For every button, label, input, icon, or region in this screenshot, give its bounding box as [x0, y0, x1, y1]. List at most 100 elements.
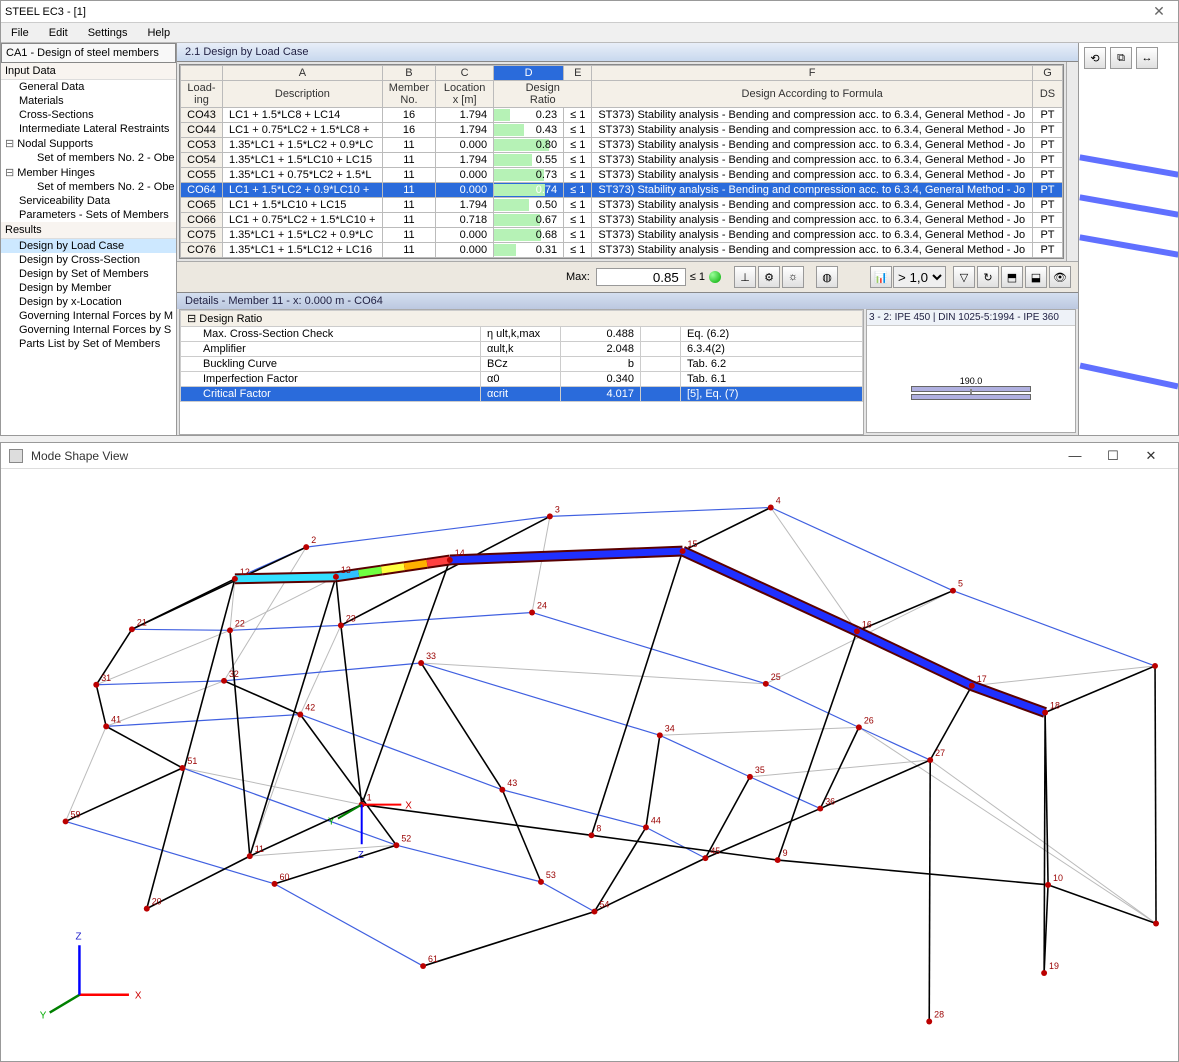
tree-item[interactable]: Intermediate Lateral Restraints: [1, 122, 176, 136]
mode-shape-canvas[interactable]: 1234567891011121314151617181920212223242…: [19, 487, 1160, 1043]
menu-settings[interactable]: Settings: [78, 27, 138, 39]
minimize-icon[interactable]: —: [1056, 445, 1094, 467]
svg-text:12: 12: [240, 567, 250, 577]
svg-text:14: 14: [455, 548, 465, 558]
close-icon[interactable]: ✕: [1132, 445, 1170, 467]
svg-text:52: 52: [401, 833, 411, 843]
tool-icon-2[interactable]: ⚙: [758, 266, 780, 288]
svg-text:51: 51: [187, 756, 197, 766]
svg-text:31: 31: [101, 673, 111, 683]
svg-text:23: 23: [346, 613, 356, 623]
tool-icon-3[interactable]: ☼: [782, 266, 804, 288]
tree-item[interactable]: Materials: [1, 94, 176, 108]
svg-text:5: 5: [958, 579, 963, 589]
tree-item[interactable]: Design by Set of Members: [1, 267, 176, 281]
svg-text:34: 34: [665, 723, 675, 733]
tree-item[interactable]: Parameters - Sets of Members: [1, 208, 176, 222]
table-row[interactable]: CO53 1.35*LC1 + 1.5*LC2 + 0.9*LC 11 0.00…: [181, 138, 1063, 153]
details-row[interactable]: Amplifier αult,k 2.048 6.3.4(2): [181, 342, 863, 357]
details-row[interactable]: Imperfection Factor α0 0.340 Tab. 6.1: [181, 372, 863, 387]
svg-text:15: 15: [688, 539, 698, 549]
details-table[interactable]: ⊟ Design RatioMax. Cross-Section Check η…: [179, 309, 864, 435]
case-combo[interactable]: [1, 43, 176, 63]
tree-item[interactable]: Governing Internal Forces by M: [1, 309, 176, 323]
details-row[interactable]: Buckling Curve BCz b Tab. 6.2: [181, 357, 863, 372]
tool-icon-1[interactable]: ⊥: [734, 266, 756, 288]
filter-combo[interactable]: > 1,0: [893, 266, 946, 288]
table-row[interactable]: CO76 1.35*LC1 + 1.5*LC12 + LC16 11 0.000…: [181, 243, 1063, 258]
tree-item[interactable]: Design by x-Location: [1, 295, 176, 309]
svg-text:28: 28: [934, 1010, 944, 1020]
table-title: 2.1 Design by Load Case: [177, 43, 1078, 62]
table-row[interactable]: CO44 LC1 + 0.75*LC2 + 1.5*LC8 + 16 1.794…: [181, 123, 1063, 138]
svg-text:18: 18: [1050, 701, 1060, 711]
menu-edit[interactable]: Edit: [39, 27, 78, 39]
svg-text:20: 20: [152, 897, 162, 907]
svg-text:16: 16: [862, 619, 872, 629]
table-scrollbar[interactable]: [1066, 62, 1078, 261]
tool-icon-7[interactable]: ⬒: [1001, 266, 1023, 288]
tree-group: Input Data: [1, 63, 176, 80]
maximize-icon[interactable]: ☐: [1094, 445, 1132, 467]
svg-text:59: 59: [71, 809, 81, 819]
menubar: File Edit Settings Help: [1, 23, 1178, 43]
table-row[interactable]: CO66 LC1 + 0.75*LC2 + 1.5*LC10 + 11 0.71…: [181, 213, 1063, 228]
mode-shape-window: Mode Shape View — ☐ ✕ 123456789101112131…: [0, 442, 1179, 1062]
svg-text:25: 25: [771, 672, 781, 682]
svg-text:10: 10: [1053, 873, 1063, 883]
table-row[interactable]: CO55 1.35*LC1 + 0.75*LC2 + 1.5*L 11 0.00…: [181, 168, 1063, 183]
svg-text:53: 53: [546, 870, 556, 880]
svg-text:19: 19: [1049, 961, 1059, 971]
table-row[interactable]: CO43 LC1 + 1.5*LC8 + LC14 16 1.794 0.23 …: [181, 108, 1063, 123]
svg-text:Z: Z: [75, 931, 81, 942]
tree-item[interactable]: Set of members No. 2 - Obe: [1, 151, 176, 165]
tree-item[interactable]: Nodal Supports: [1, 136, 176, 151]
menu-file[interactable]: File: [1, 27, 39, 39]
filter-icon[interactable]: 📊: [870, 266, 892, 288]
tree-item[interactable]: Cross-Sections: [1, 108, 176, 122]
tree-item[interactable]: Parts List by Set of Members: [1, 337, 176, 351]
tree-item[interactable]: Governing Internal Forces by S: [1, 323, 176, 337]
details-row[interactable]: Max. Cross-Section Check η ult,k,max 0.4…: [181, 327, 863, 342]
svg-text:27: 27: [935, 748, 945, 758]
tool-icon-5[interactable]: ▽: [953, 266, 975, 288]
sideview-icon-3[interactable]: ↔: [1136, 47, 1158, 69]
tool-icon-6[interactable]: ↻: [977, 266, 999, 288]
sideview-icon-2[interactable]: ⧉: [1110, 47, 1132, 69]
svg-text:Y: Y: [40, 1011, 47, 1022]
tree-item[interactable]: Member Hinges: [1, 165, 176, 180]
max-value[interactable]: [596, 268, 686, 286]
table-row[interactable]: CO64 LC1 + 1.5*LC2 + 0.9*LC10 + 11 0.000…: [181, 183, 1063, 198]
svg-text:17: 17: [977, 674, 987, 684]
svg-text:44: 44: [651, 815, 661, 825]
tree-item[interactable]: Serviceability Data: [1, 194, 176, 208]
navigator-tree: Input DataGeneral DataMaterialsCross-Sec…: [1, 43, 177, 435]
tool-icon-4[interactable]: ◍: [816, 266, 838, 288]
table-row[interactable]: CO65 LC1 + 1.5*LC10 + LC15 11 1.794 0.50…: [181, 198, 1063, 213]
close-icon[interactable]: ✕: [1144, 3, 1174, 20]
menu-help[interactable]: Help: [137, 27, 180, 39]
table-row[interactable]: CO75 1.35*LC1 + 1.5*LC2 + 0.9*LC 11 0.00…: [181, 228, 1063, 243]
tree-item[interactable]: Design by Cross-Section: [1, 253, 176, 267]
svg-text:36: 36: [825, 797, 835, 807]
svg-text:8: 8: [596, 823, 601, 833]
results-table[interactable]: ABC DEFG Load-ingDescriptionMemberNo.Loc…: [179, 64, 1064, 259]
tree-item[interactable]: Set of members No. 2 - Obe: [1, 180, 176, 194]
svg-text:32: 32: [229, 669, 239, 679]
mode-titlebar: Mode Shape View — ☐ ✕: [1, 443, 1178, 469]
svg-text:24: 24: [537, 601, 547, 611]
table-row[interactable]: CO54 1.35*LC1 + 1.5*LC10 + LC15 11 1.794…: [181, 153, 1063, 168]
svg-text:X: X: [135, 991, 142, 1002]
max-cmp: ≤ 1: [690, 271, 705, 283]
model-side-view[interactable]: ⟲ ⧉ ↔: [1078, 43, 1178, 435]
tree-item[interactable]: Design by Member: [1, 281, 176, 295]
eye-icon[interactable]: 👁: [1049, 266, 1071, 288]
app-icon: [9, 449, 23, 463]
svg-text:45: 45: [710, 846, 720, 856]
cs-dim: 190.0: [911, 376, 1031, 386]
tree-item[interactable]: General Data: [1, 80, 176, 94]
tree-item[interactable]: Design by Load Case: [1, 239, 176, 253]
tool-icon-8[interactable]: ⬓: [1025, 266, 1047, 288]
details-row[interactable]: Critical Factor αcrit 4.017 [5], Eq. (7): [181, 387, 863, 402]
sideview-icon-1[interactable]: ⟲: [1084, 47, 1106, 69]
